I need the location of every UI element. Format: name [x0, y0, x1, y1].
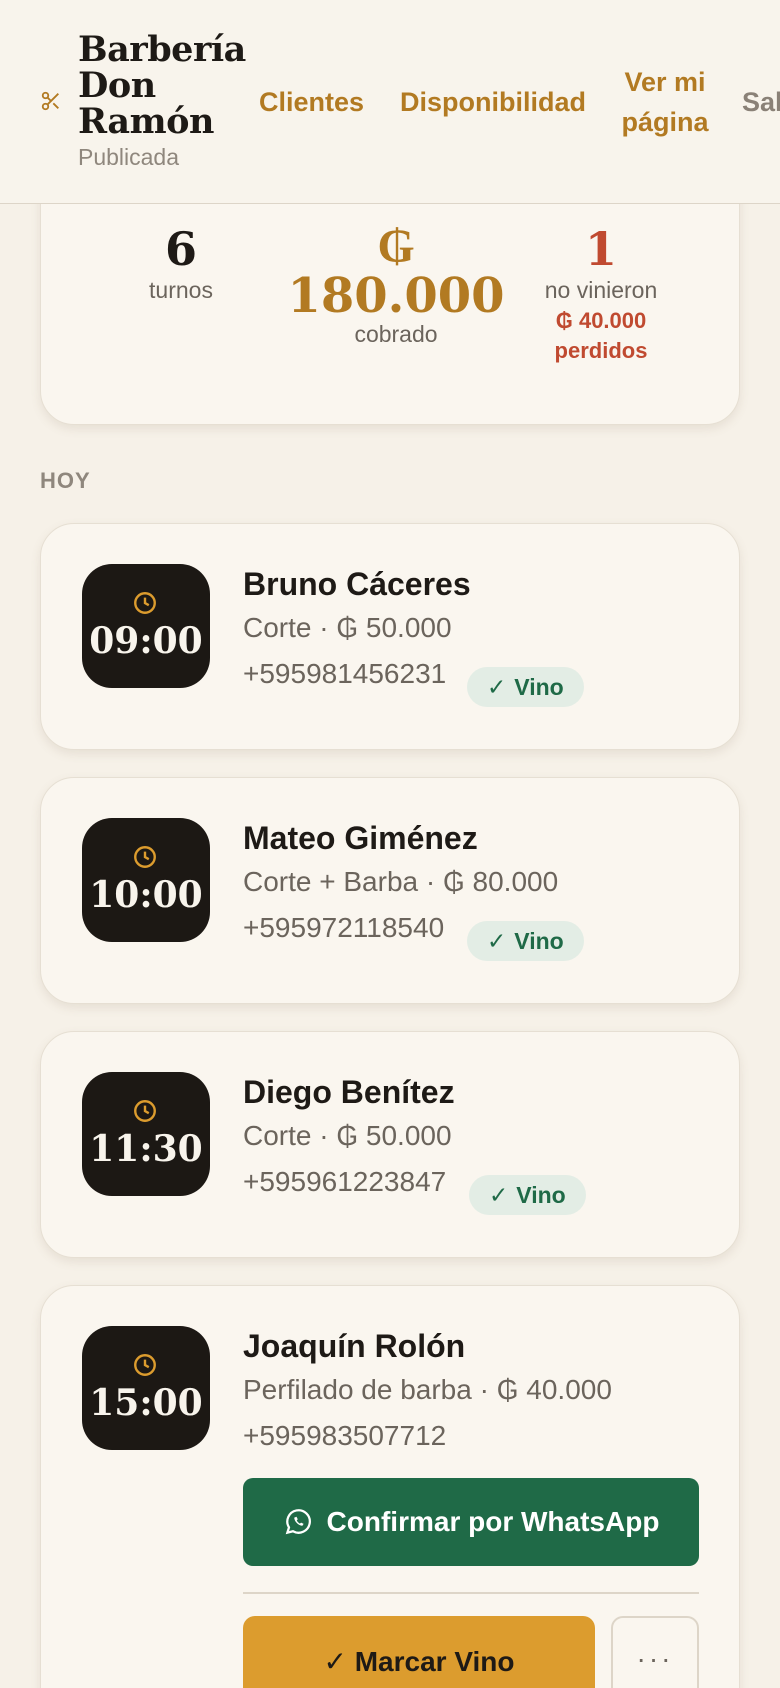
status-badge: ✓ Vino	[467, 921, 584, 961]
nav-salir[interactable]: Sal	[742, 82, 780, 122]
nav-ver-mi-pagina[interactable]: Ver mi página	[620, 62, 710, 142]
perdidos-amount: ₲ 40.000	[555, 308, 647, 333]
confirm-whatsapp-label: Confirmar por WhatsApp	[326, 1506, 660, 1537]
divider	[243, 1592, 699, 1594]
time-box: 09:00	[82, 564, 210, 688]
appointment-time: 09:00	[89, 620, 203, 662]
confirm-whatsapp-button[interactable]: Confirmar por WhatsApp	[243, 1478, 699, 1566]
stat-no-vinieron: 1 no vinieron ₲ 40.000 perdidos	[521, 221, 681, 364]
no-vinieron-label: no vinieron	[544, 277, 658, 303]
top-header: Barbería Don Ramón Publicada Clientes Di…	[0, 0, 780, 204]
clock-icon	[134, 846, 156, 868]
client-phone[interactable]: +595981456231	[243, 658, 446, 690]
whatsapp-icon	[285, 1509, 311, 1535]
status-badge: ✓ Vino	[467, 667, 584, 707]
mark-attended-button[interactable]: ✓ Marcar Vino	[243, 1616, 595, 1688]
service-price: Corte · ₲ 50.000	[243, 612, 452, 643]
service-price: Corte + Barba · ₲ 80.000	[243, 866, 559, 897]
client-name: Mateo Giménez	[243, 820, 478, 856]
clock-icon	[134, 1100, 156, 1122]
stat-cobrado: ₲ 180.000 cobrado	[281, 221, 511, 348]
brand-status: Publicada	[78, 144, 180, 170]
time-box: 11:30	[82, 1072, 210, 1196]
scissors-icon	[41, 91, 59, 111]
turnos-label: turnos	[149, 277, 213, 303]
section-title-hoy: HOY	[40, 468, 91, 493]
brand-name: Barbería Don Ramón	[78, 29, 246, 142]
check-icon: ✓	[487, 928, 507, 954]
clock-icon	[134, 592, 156, 614]
cobrado-currency: ₲	[377, 218, 415, 274]
appointment-card[interactable]: 11:30 Diego Benítez Corte · ₲ 50.000 +59…	[40, 1031, 740, 1258]
cobrado-label: cobrado	[354, 321, 438, 347]
cobrado-amount: 180.000	[287, 268, 505, 324]
time-box: 10:00	[82, 818, 210, 942]
status-badge: ✓ Vino	[469, 1175, 586, 1215]
service-price: Corte · ₲ 50.000	[243, 1120, 452, 1151]
client-phone[interactable]: +595972118540	[243, 912, 444, 944]
client-name: Bruno Cáceres	[243, 566, 471, 602]
clock-icon	[134, 1354, 156, 1376]
appointment-card[interactable]: 10:00 Mateo Giménez Corte + Barba · ₲ 80…	[40, 777, 740, 1004]
client-name: Joaquín Rolón	[243, 1328, 466, 1364]
check-icon: ✓	[489, 1182, 509, 1208]
appointment-card[interactable]: 09:00 Bruno Cáceres Corte · ₲ 50.000 +59…	[40, 523, 740, 750]
perdidos-label: perdidos	[554, 338, 648, 363]
status-label: Vino	[514, 928, 564, 954]
client-name: Diego Benítez	[243, 1074, 455, 1110]
appointment-time: 15:00	[89, 1382, 203, 1424]
stat-turnos: 6 turnos	[121, 221, 241, 304]
no-vinieron-count: 1	[584, 222, 617, 276]
appointment-card[interactable]: 15:00 Joaquín Rolón Perfilado de barba ·…	[40, 1285, 740, 1688]
appointment-time: 10:00	[89, 874, 203, 916]
more-options-button[interactable]: ···	[611, 1616, 699, 1688]
turnos-count: 6	[164, 222, 197, 276]
time-box: 15:00	[82, 1326, 210, 1450]
status-label: Vino	[514, 674, 564, 700]
service-price: Perfilado de barba · ₲ 40.000	[243, 1374, 612, 1405]
nav-disponibilidad[interactable]: Disponibilidad	[400, 82, 586, 122]
client-phone[interactable]: +595983507712	[243, 1420, 446, 1452]
nav-clientes[interactable]: Clientes	[259, 82, 364, 122]
client-phone[interactable]: +595961223847	[243, 1166, 446, 1198]
check-icon: ✓	[487, 674, 507, 700]
status-label: Vino	[516, 1182, 566, 1208]
appointment-time: 11:30	[89, 1128, 203, 1170]
